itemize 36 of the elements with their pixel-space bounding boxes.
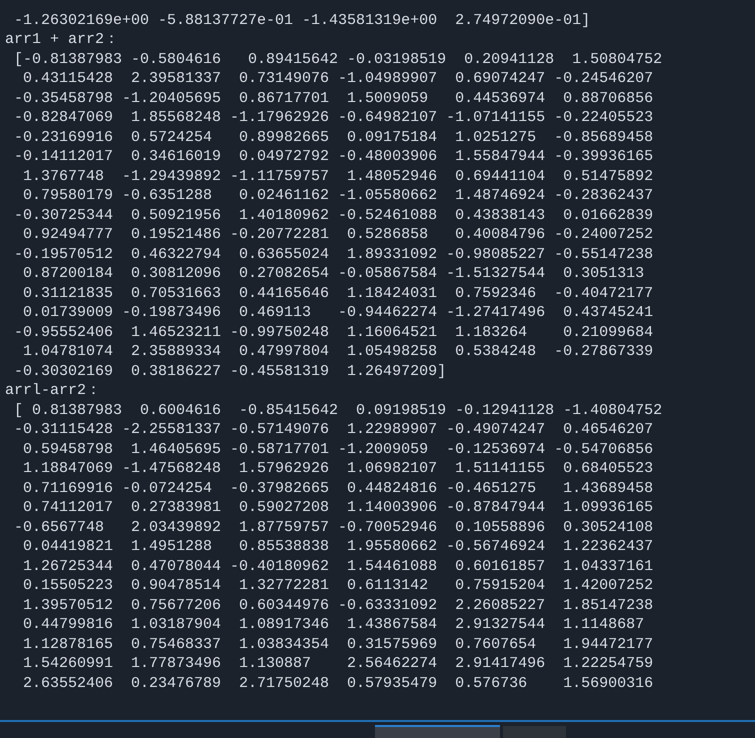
output-line: 0.79580179 -0.6351288 0.02461162 -1.05580662 1.48746924 -0.28362437	[22, 186, 654, 206]
output-line: 1.26725344 0.47078044 -0.40180962 1.54461088 0.60161857 1.04337161	[22, 556, 654, 576]
output-line: -0.30302169 0.38186227 -0.45581319 1.26497209]	[13, 362, 446, 381]
panel-tab[interactable]	[375, 725, 500, 738]
output-line: [ 0.81387983 0.6004616 -0.85415642 0.09198519 -0.12941128 -1.40804752	[13, 400, 662, 420]
output-line: 0.44799816 1.03187904 1.08917346 1.43867584 2.91327544 1.1148687	[22, 615, 644, 634]
output-line: -0.30725344 0.50921956 1.40180962 -0.52461088 0.43838143 0.01662839	[13, 206, 654, 225]
output-line: 1.18847069 -1.47568248 1.57962926 1.06982107 1.51141155 0.68405523	[22, 459, 654, 478]
output-line: [-0.81387983 -0.5804616 0.89415642 -0.03198519 0.20941128 1.50804752	[13, 50, 662, 69]
output-line: -0.23169916 0.5724254 0.89982665 0.09175184 1.0251275 -0.85689458	[13, 128, 654, 147]
output-line: 0.31121835 0.70531663 0.44165646 1.18424031 0.7592346 -0.40472177	[22, 284, 654, 303]
output-line: 0.01739009 -0.19873496 0.469113 -0.94462274 -1.27417496 0.43745241	[22, 303, 654, 322]
output-line: 1.54260991 1.77873496 1.130887 2.56462274 2.91417496 1.22254759	[22, 654, 654, 674]
output-line: 0.59458798 1.46405695 -0.58717701 -1.2009059 -0.12536974 -0.54706856	[22, 440, 654, 459]
output-line: arrl-arr2：	[5, 381, 102, 400]
output-line: 0.74112017 0.27383981 0.59027208 1.14003906 -0.87847944 1.09936165	[22, 498, 654, 518]
output-line: 1.04781074 2.35889334 0.47997804 1.05498258 0.5384248 -0.27867339	[22, 342, 654, 362]
output-line: -0.35458798 -1.20405695 0.86717701 1.5009059 0.44536974 0.88706856	[13, 88, 654, 108]
output-line: 1.3767748 -1.29439892 -1.11759757 1.48052946 0.69441104 0.51475892	[22, 166, 654, 186]
output-line: 1.12878165 0.75468337 1.03834354 0.31575969 0.7607654 1.94472177	[22, 634, 654, 654]
output-line: 0.87200184 0.30812096 0.27082654 -0.05867584 -1.51327544 0.3051313	[22, 264, 644, 284]
output-line: 0.92494777 0.19521486 -0.20772281 0.5286858 0.40084796 -0.24007252	[22, 225, 654, 244]
output-line: -0.82847069 1.85568248 -1.17962926 -0.64982107 -1.07141155 -0.22405523	[13, 108, 654, 128]
output-line: 0.43115428 2.39581337 0.73149076 -1.04989907 0.69074247 -0.24546207	[22, 69, 654, 88]
output-line: 1.39570512 0.75677206 0.60344976 -0.63331092 2.26085227 1.85147238	[22, 596, 654, 615]
output-line: -0.95552406 1.46523211 -0.99750248 1.16064521 1.183264 0.21099684	[13, 322, 654, 342]
output-line: 0.15505223 0.90478514 1.32772281 0.6113142 0.75915204 1.42007252	[22, 576, 654, 596]
output-line: 0.04419821 1.4951288 0.85538838 1.95580662 -0.56746924 1.22362437	[22, 537, 654, 556]
output-line: -0.14112017 0.34616019 0.04972792 -0.48003906 1.55847944 -0.39936165	[13, 147, 654, 166]
output-line: arr1 + arr2：	[5, 30, 120, 50]
output-line: -0.19570512 0.46322794 0.63655024 1.89331092 -0.98085227 -0.55147238	[13, 244, 654, 264]
output-line: 2.63552406 0.23476789 2.71750248 0.57935479 0.576736 1.56900316	[22, 674, 654, 693]
output-line: -0.31115428 -2.25581337 -0.57149076 1.22989907 -0.49074247 0.46546207	[13, 420, 654, 440]
output-line: 0.71169916 -0.0724254 -0.37982665 0.44824816 -0.4651275 1.43689458	[22, 478, 654, 498]
output-line: -0.6567748 2.03439892 1.87759757 -0.70052946 0.10558896 0.30524108	[13, 518, 654, 537]
output-line: -1.26302169e+00 -5.88137727e-01 -1.43581319e+00 2.74972090e-01]	[13, 10, 590, 30]
